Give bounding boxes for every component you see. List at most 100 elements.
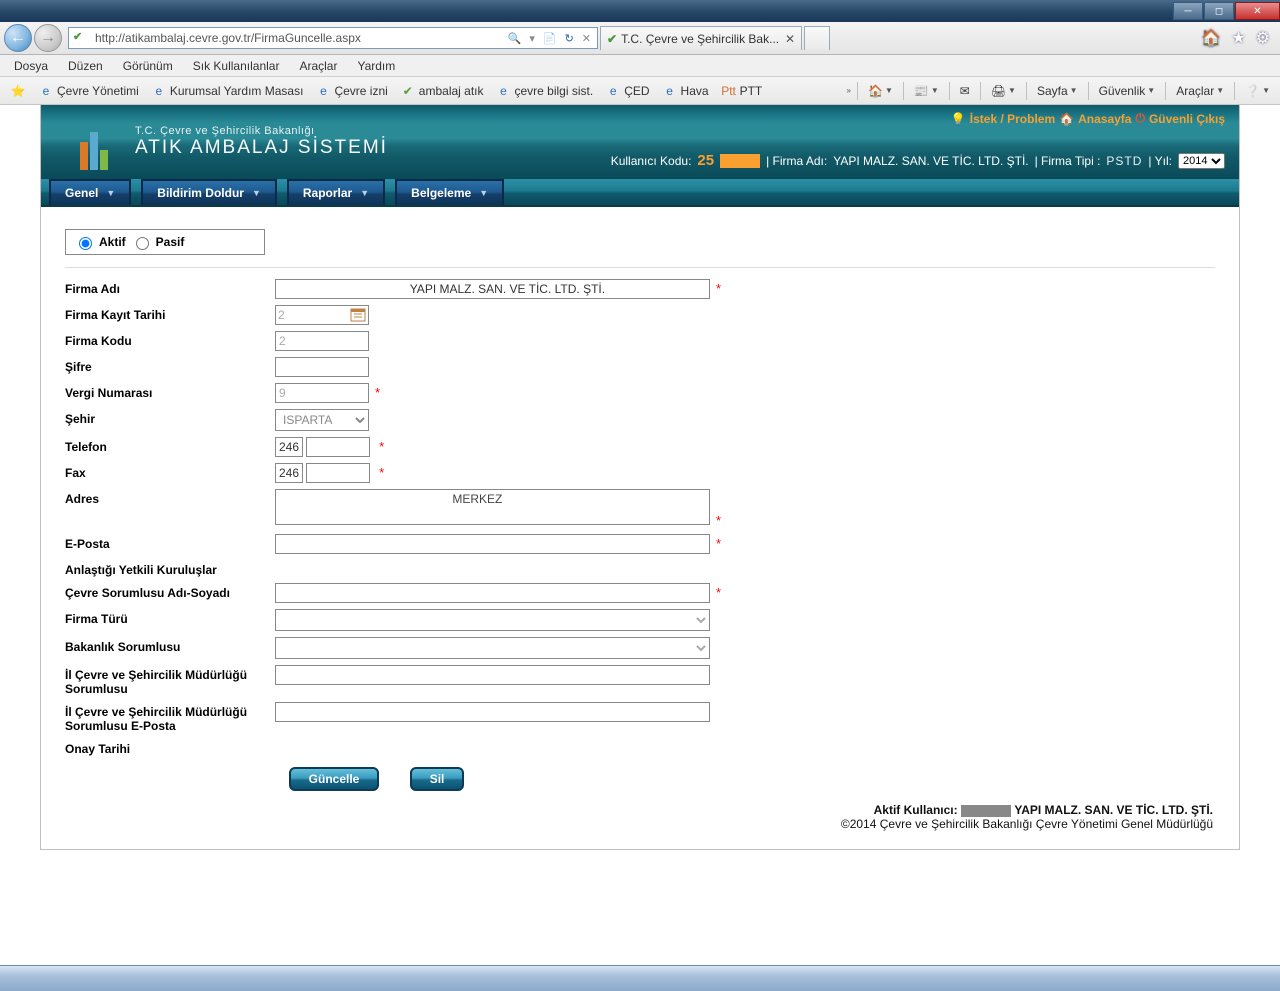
menu-tools[interactable]: Araçlar bbox=[291, 57, 345, 75]
select-bakanlik[interactable] bbox=[275, 637, 710, 659]
bookmark-ambalaj-atik[interactable]: ✔ambalaj atık bbox=[396, 81, 488, 101]
menu-view[interactable]: Görünüm bbox=[115, 57, 181, 75]
link-home[interactable]: Anasayfa bbox=[1078, 112, 1131, 126]
bookmark-hava[interactable]: eHava bbox=[658, 81, 713, 101]
compat-icon[interactable]: 📄 bbox=[541, 32, 559, 45]
year-label: | Yıl: bbox=[1148, 154, 1172, 168]
bookmark-yardim-masasi[interactable]: eKurumsal Yardım Masası bbox=[147, 81, 308, 101]
input-fax-num[interactable] bbox=[306, 463, 370, 483]
nav-genel[interactable]: Genel▼ bbox=[49, 179, 131, 205]
radio-pasif[interactable] bbox=[136, 237, 149, 250]
input-sifre[interactable] bbox=[275, 357, 369, 377]
select-sehir[interactable]: ISPARTA bbox=[275, 409, 369, 431]
input-tel-num[interactable] bbox=[306, 437, 370, 457]
lbl-kayit-tarihi: Firma Kayıt Tarihi bbox=[61, 302, 271, 328]
input-vergi[interactable] bbox=[275, 383, 369, 403]
delete-button[interactable]: Sil bbox=[410, 767, 464, 791]
lbl-bakanlik: Bakanlık Sorumlusu bbox=[61, 634, 271, 662]
app-header: T.C. Çevre ve Şehircilik Bakanlığı ATIK … bbox=[41, 105, 1239, 179]
type-value: PSTD bbox=[1106, 154, 1142, 168]
lbl-eposta: E-Posta bbox=[61, 531, 271, 557]
lbl-cevre-sor: Çevre Sorumlusu Adı-Soyadı bbox=[61, 580, 271, 606]
nav-back-button[interactable]: ← bbox=[4, 24, 32, 52]
bookmark-ced[interactable]: eÇED bbox=[601, 81, 653, 101]
menu-edit[interactable]: Düzen bbox=[60, 57, 111, 75]
stop-icon[interactable]: ✕ bbox=[580, 32, 593, 45]
req-icon: * bbox=[716, 536, 721, 551]
page-tool[interactable]: Sayfa ▼ bbox=[1033, 82, 1082, 100]
status-radio-group: Aktif Pasif bbox=[65, 229, 265, 255]
firm-value: YAPI MALZ. SAN. VE TİC. LTD. ŞTİ. bbox=[833, 154, 1028, 168]
label-pasif: Pasif bbox=[156, 235, 185, 249]
refresh-icon[interactable]: ↻ bbox=[563, 32, 576, 45]
url-input[interactable] bbox=[93, 30, 502, 46]
window-close-button[interactable]: ✕ bbox=[1235, 2, 1280, 20]
input-il-sor-eposta[interactable] bbox=[275, 702, 710, 722]
link-problem[interactable]: İstek / Problem bbox=[970, 112, 1055, 126]
search-icon[interactable]: 🔍 bbox=[506, 32, 524, 45]
nav-belgeleme[interactable]: Belgeleme▼ bbox=[395, 179, 504, 205]
active-user-value: YAPI MALZ. SAN. VE TİC. LTD. ŞTİ. bbox=[1014, 803, 1213, 817]
input-tel-area[interactable] bbox=[275, 437, 303, 457]
home2-icon: 🏠 bbox=[1059, 112, 1074, 126]
input-kayit-tarihi[interactable]: 2 bbox=[275, 305, 369, 325]
update-button[interactable]: Güncelle bbox=[289, 767, 379, 791]
form-panel: Aktif Pasif Firma Adı * Firma Kayıt Tari… bbox=[41, 207, 1239, 849]
page-footer: Aktif Kullanıcı: YAPI MALZ. SAN. VE TİC.… bbox=[61, 799, 1219, 839]
lbl-sehir: Şehir bbox=[61, 406, 271, 434]
year-select[interactable]: 2014 bbox=[1178, 153, 1225, 169]
home-icon[interactable]: 🏠 bbox=[1201, 28, 1221, 48]
window-titlebar: ─ ◻ ✕ bbox=[0, 0, 1280, 22]
nav-bildirim-doldur[interactable]: Bildirim Doldur▼ bbox=[141, 179, 277, 205]
req-icon: * bbox=[716, 585, 721, 600]
bookmark-cevre-yonetimi[interactable]: eÇevre Yönetimi bbox=[34, 81, 143, 101]
bookmark-cevre-bilgi[interactable]: eçevre bilgi sist. bbox=[492, 81, 598, 101]
bookmark-ptt[interactable]: PttPTT bbox=[717, 81, 767, 101]
nav-forward-button[interactable]: → bbox=[34, 24, 62, 52]
tools-tool[interactable]: Araçlar ▼ bbox=[1172, 82, 1228, 100]
menu-help[interactable]: Yardım bbox=[349, 57, 403, 75]
mail-tool-icon[interactable]: ✉ bbox=[956, 82, 974, 100]
copyright: ©2014 Çevre ve Şehircilik Bakanlığı Çevr… bbox=[67, 817, 1213, 831]
radio-aktif[interactable] bbox=[79, 237, 92, 250]
favorites-star-icon[interactable]: ★ bbox=[1231, 28, 1245, 48]
input-cevre-sor[interactable] bbox=[275, 583, 710, 603]
settings-gear-icon[interactable]: ⚙ bbox=[1256, 28, 1270, 48]
new-tab-button[interactable] bbox=[804, 26, 830, 50]
bookmarks-overflow-icon[interactable]: » bbox=[847, 86, 851, 95]
lbl-firma-adi: Firma Adı bbox=[61, 276, 271, 302]
feeds-tool-icon[interactable]: 📰▼ bbox=[910, 82, 943, 100]
window-maximize-button[interactable]: ◻ bbox=[1204, 2, 1234, 20]
address-bar[interactable]: ✔ 🔍 ▾ 📄 ↻ ✕ bbox=[68, 27, 598, 49]
tab-close-icon[interactable]: ✕ bbox=[785, 32, 795, 46]
select-firma-turu[interactable] bbox=[275, 609, 710, 631]
browser-nav-bar: ← → ✔ 🔍 ▾ 📄 ↻ ✕ ✔ T.C. Çevre ve Şehircil… bbox=[0, 22, 1280, 55]
nav-raporlar[interactable]: Raporlar▼ bbox=[287, 179, 385, 205]
input-firma-adi[interactable] bbox=[275, 279, 710, 299]
bookmark-cevre-izni[interactable]: eÇevre izni bbox=[311, 81, 391, 101]
calendar-icon[interactable] bbox=[350, 307, 366, 323]
windows-taskbar[interactable] bbox=[0, 965, 1280, 991]
tab-favicon-icon: ✔ bbox=[607, 32, 617, 46]
browser-top-icons: 🏠 ★ ⚙ bbox=[1201, 28, 1276, 48]
add-favorite-icon[interactable]: ⭐ bbox=[6, 81, 30, 101]
window-minimize-button[interactable]: ─ bbox=[1173, 2, 1203, 20]
tab-title: T.C. Çevre ve Şehircilik Bak... bbox=[621, 32, 779, 46]
req-icon: * bbox=[375, 385, 380, 400]
print-tool-icon[interactable]: 🖨▼ bbox=[987, 82, 1020, 100]
input-firma-kodu[interactable] bbox=[275, 331, 369, 351]
input-fax-area[interactable] bbox=[275, 463, 303, 483]
lbl-adres: Adres bbox=[61, 486, 271, 531]
menu-file[interactable]: Dosya bbox=[6, 57, 56, 75]
help-tool-icon[interactable]: ❔▼ bbox=[1241, 82, 1274, 100]
safety-tool[interactable]: Güvenlik ▼ bbox=[1095, 82, 1160, 100]
user-code-redacted bbox=[720, 154, 760, 168]
site-nav: Genel▼ Bildirim Doldur▼ Raporlar▼ Belgel… bbox=[41, 179, 1239, 207]
input-eposta[interactable] bbox=[275, 534, 710, 554]
menu-favorites[interactable]: Sık Kullanılanlar bbox=[185, 57, 288, 75]
link-logout[interactable]: Güvenli Çıkış bbox=[1149, 112, 1225, 126]
input-il-sor[interactable] bbox=[275, 665, 710, 685]
home-tool-icon[interactable]: 🏠▼ bbox=[864, 82, 897, 100]
browser-tab-active[interactable]: ✔ T.C. Çevre ve Şehircilik Bak... ✕ bbox=[600, 26, 802, 50]
input-adres[interactable] bbox=[275, 489, 710, 525]
